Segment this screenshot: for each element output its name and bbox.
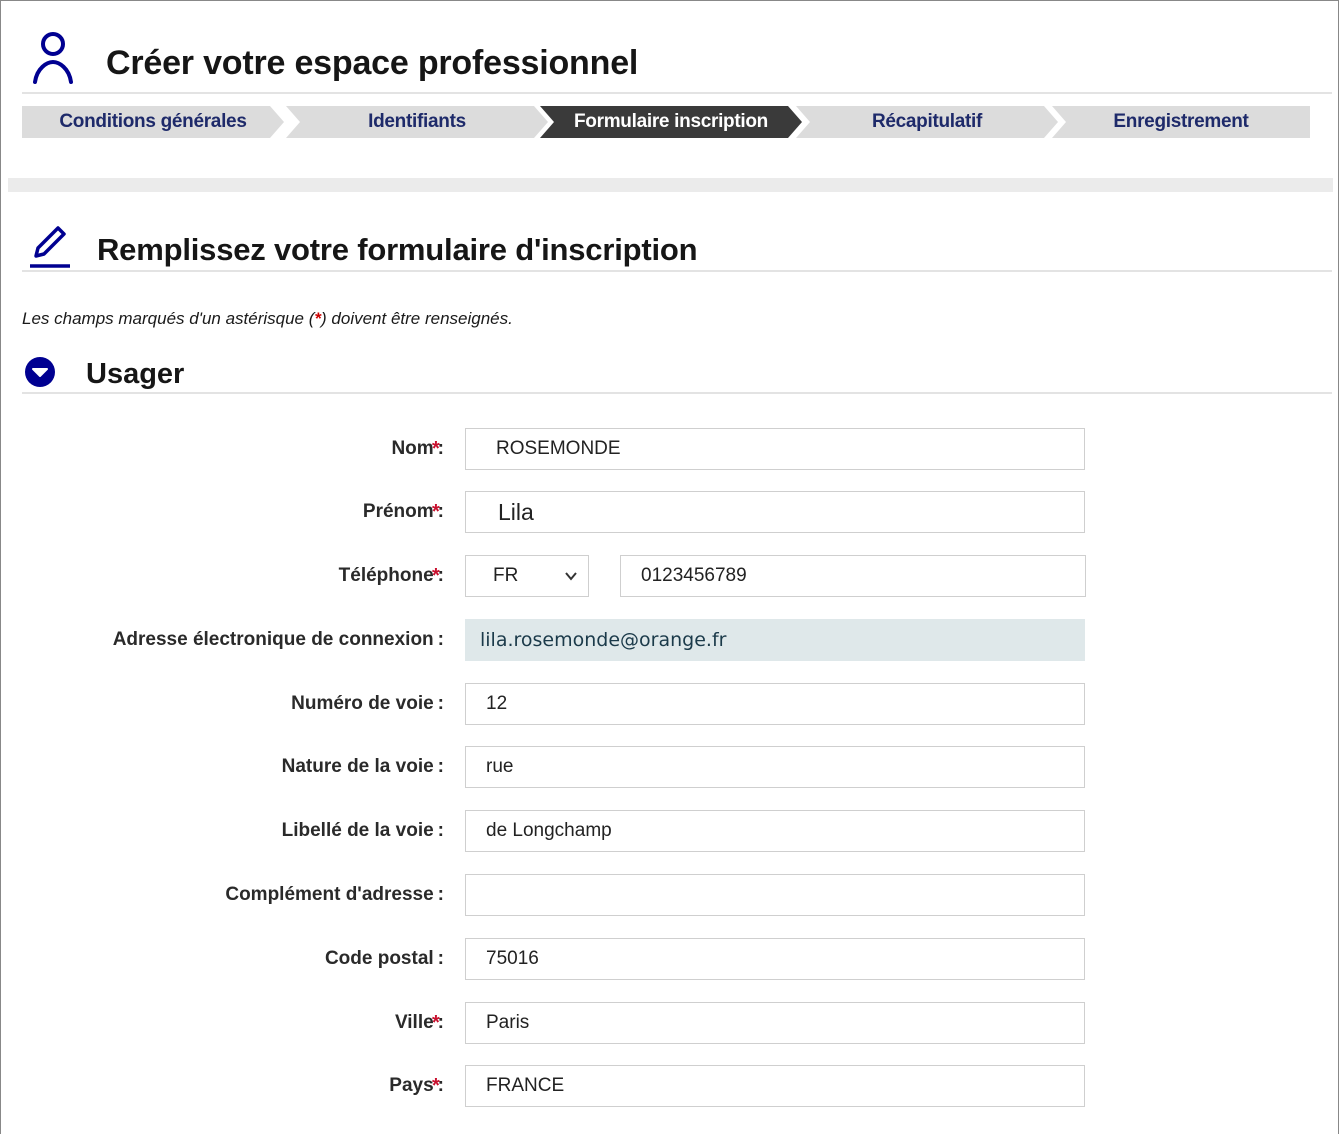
chevron-down-circle-icon[interactable] — [24, 356, 56, 388]
step-label: Enregistrement — [1113, 111, 1249, 132]
label-text: Libellé de la voie — [281, 820, 434, 841]
field-label: Nature de la voie: — [282, 746, 444, 788]
step-label: Conditions générales — [59, 111, 247, 132]
field-row-nature-voie: Nature de la voie: rue — [0, 746, 1339, 788]
page-header: Créer votre espace professionnel — [22, 24, 1332, 94]
label-text: Téléphone — [338, 565, 434, 586]
field-label: Complément d'adresse: — [225, 874, 444, 916]
colon: : — [437, 820, 444, 841]
numero-voie-input[interactable]: 12 — [465, 683, 1085, 725]
prenom-input[interactable]: Lila — [465, 491, 1085, 533]
step-label: Identifiants — [368, 111, 466, 132]
field-label: Libellé de la voie: — [282, 810, 444, 852]
label-text: Numéro de voie — [291, 693, 434, 714]
ville-input[interactable]: Paris — [465, 1002, 1085, 1044]
field-row-ville: Ville: * Paris — [0, 1002, 1339, 1044]
pays-input[interactable]: FRANCE — [465, 1065, 1085, 1107]
email-field: lila.rosemonde@orange.fr — [465, 619, 1085, 661]
pencil-icon — [30, 226, 70, 268]
field-row-code-postal: Code postal: 75016 — [0, 938, 1339, 980]
label-text: Nature de la voie — [281, 756, 434, 777]
step-identifiants: Identifiants — [286, 106, 548, 138]
field-label: Adresse électronique de connexion: — [113, 619, 444, 661]
code-postal-input[interactable]: 75016 — [465, 938, 1085, 980]
field-label: Téléphone: — [339, 555, 444, 597]
required-star: * — [432, 438, 440, 460]
user-icon — [33, 32, 73, 84]
progress-stepper: Conditions générales Identifiants Formul… — [22, 106, 1310, 138]
nature-voie-input[interactable]: rue — [465, 746, 1085, 788]
libelle-voie-input[interactable]: de Longchamp — [465, 810, 1085, 852]
field-row-prenom: Prénom: * Lila — [0, 491, 1339, 533]
field-row-pays: Pays: * FRANCE — [0, 1065, 1339, 1107]
usager-title: Usager — [86, 358, 185, 390]
label-text: Ville — [394, 1012, 434, 1033]
country-code-select[interactable]: FR — [465, 555, 589, 597]
step-recapitulatif: Récapitulatif — [796, 106, 1058, 138]
field-row-complement: Complément d'adresse: — [0, 874, 1339, 916]
colon: : — [437, 693, 444, 714]
required-star: * — [432, 565, 440, 587]
step-enregistrement: Enregistrement — [1052, 106, 1310, 138]
usager-section-header[interactable]: Usager — [22, 354, 1332, 394]
page-title: Créer votre espace professionnel — [106, 44, 639, 82]
colon: : — [437, 948, 444, 969]
nom-input[interactable]: ROSEMONDE — [465, 428, 1085, 470]
country-code-value: FR — [493, 565, 519, 586]
complement-adresse-input[interactable] — [465, 874, 1085, 916]
step-conditions-generales: Conditions générales — [22, 106, 284, 138]
label-text: Prénom — [362, 501, 434, 522]
field-label: Code postal: — [325, 938, 444, 980]
colon: : — [437, 884, 444, 905]
colon: : — [437, 756, 444, 777]
field-row-email: Adresse électronique de connexion: lila.… — [0, 619, 1339, 661]
step-label: Formulaire inscription — [574, 111, 768, 132]
field-label: Numéro de voie: — [291, 683, 444, 725]
label-text: Code postal — [324, 948, 434, 969]
label-text: Adresse électronique de connexion — [112, 629, 434, 650]
form-header: Remplissez votre formulaire d'inscriptio… — [22, 216, 1332, 272]
note-text: ) doivent être renseignés. — [321, 309, 513, 328]
phone-input[interactable]: 0123456789 — [620, 555, 1086, 597]
field-row-nom: Nom: * ROSEMONDE — [0, 428, 1339, 470]
section-divider — [8, 178, 1333, 192]
required-star: * — [432, 1075, 440, 1097]
required-star: * — [432, 1012, 440, 1034]
required-star: * — [432, 501, 440, 523]
step-formulaire-inscription: Formulaire inscription — [540, 106, 802, 138]
required-fields-note: Les champs marqués d'un astérisque (*) d… — [22, 309, 513, 329]
field-row-numero-voie: Numéro de voie: 12 — [0, 683, 1339, 725]
label-text: Complément d'adresse — [225, 884, 434, 905]
colon: : — [437, 629, 444, 650]
field-row-libelle-voie: Libellé de la voie: de Longchamp — [0, 810, 1339, 852]
form-title: Remplissez votre formulaire d'inscriptio… — [97, 232, 698, 267]
chevron-down-icon — [565, 572, 577, 581]
label-text: Nom — [391, 438, 434, 459]
field-row-telephone: Téléphone: * FR 0123456789 — [0, 555, 1339, 597]
note-text: Les champs marqués d'un astérisque ( — [22, 309, 315, 328]
label-text: Pays — [389, 1075, 434, 1096]
step-label: Récapitulatif — [871, 111, 983, 132]
